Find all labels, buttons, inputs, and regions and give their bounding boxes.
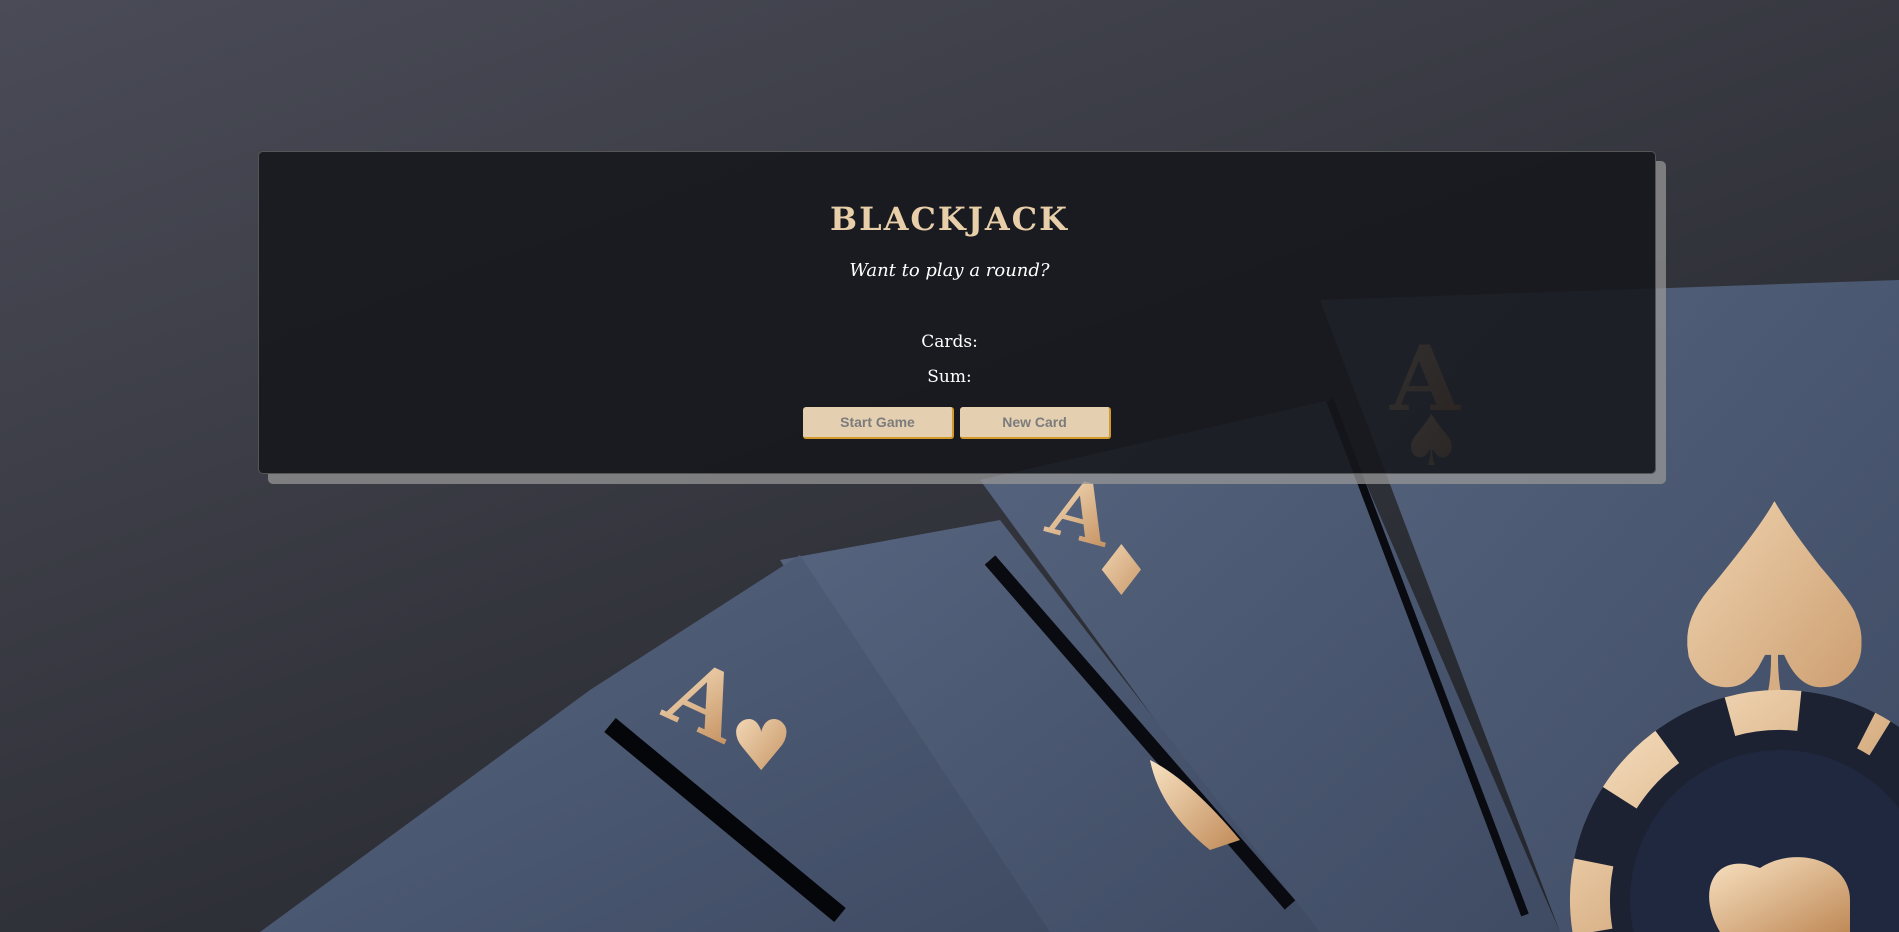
sum-label: Sum: xyxy=(927,367,972,387)
message-text: Want to play a round? xyxy=(849,260,1050,281)
svg-text:♦: ♦ xyxy=(1090,530,1153,612)
new-card-button[interactable]: New Card xyxy=(960,407,1111,439)
game-title: BLACKJACK xyxy=(830,200,1069,238)
start-game-button[interactable]: Start Game xyxy=(803,407,954,439)
svg-text:♥: ♥ xyxy=(730,705,793,787)
cards-label: Cards: xyxy=(921,332,978,352)
